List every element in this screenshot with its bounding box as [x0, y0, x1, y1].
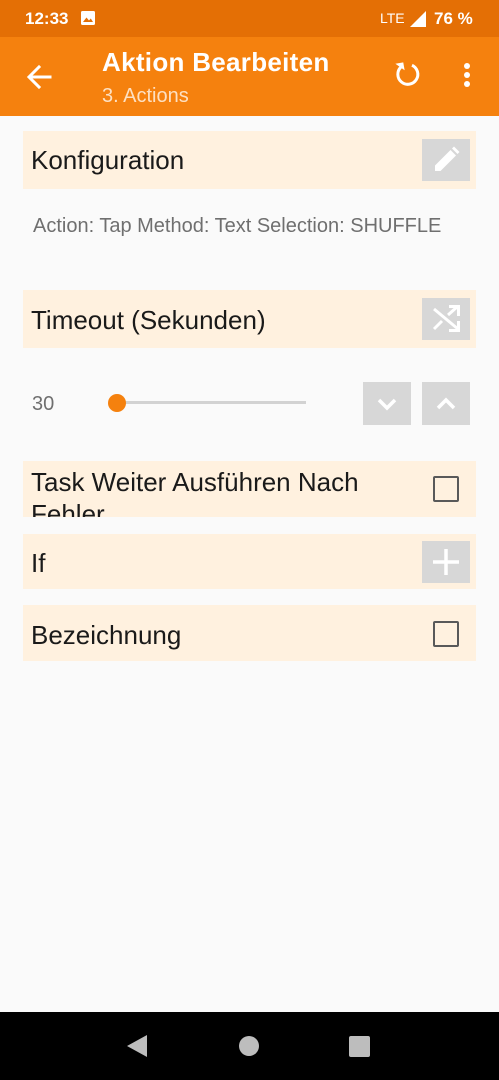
continue-after-error-checkbox[interactable]: [433, 476, 459, 502]
bezeichnung-label: Bezeichnung: [31, 620, 182, 650]
nav-back-icon[interactable]: [126, 1034, 148, 1058]
pencil-icon: [435, 146, 460, 171]
plus-icon: [433, 549, 459, 575]
more-options-icon[interactable]: [452, 57, 482, 93]
nav-recents-icon[interactable]: [349, 1036, 370, 1057]
chevron-down-icon: [377, 398, 397, 410]
timeout-label: Timeout (Sekunden): [31, 305, 266, 335]
app-bar: Aktion Bearbeiten 3. Actions: [0, 37, 499, 116]
network-type: LTE: [380, 10, 405, 26]
back-arrow-icon[interactable]: [20, 57, 60, 97]
konfiguration-description: Action: Tap Method: Text Selection: SHUF…: [33, 215, 442, 237]
page-subtitle: 3. Actions: [102, 85, 189, 107]
timeout-row: Timeout (Sekunden): [23, 290, 476, 348]
konfiguration-row: Konfiguration: [23, 131, 476, 189]
add-condition-button[interactable]: [422, 541, 470, 583]
konfiguration-label: Konfiguration: [31, 145, 185, 175]
continue-after-error-row[interactable]: Task Weiter Ausführen Nach Fehler: [23, 461, 476, 517]
if-label: If: [31, 548, 46, 578]
increase-button[interactable]: [422, 382, 470, 425]
timeout-slider[interactable]: [108, 393, 306, 412]
slider-thumb[interactable]: [108, 393, 126, 412]
timeout-value: 30: [32, 393, 55, 415]
navigation-bar: [0, 1012, 499, 1080]
nav-home-icon[interactable]: [239, 1036, 259, 1056]
signal-icon: [410, 11, 426, 27]
if-row: If: [23, 534, 476, 589]
image-notification-icon: [81, 11, 95, 25]
status-time: 12:33: [25, 9, 69, 28]
status-bar: 12:33 LTE 76 %: [0, 0, 499, 37]
bezeichnung-row[interactable]: Bezeichnung: [23, 605, 476, 661]
page-title: Aktion Bearbeiten: [102, 47, 330, 77]
battery-level: 76 %: [434, 9, 473, 28]
shuffle-icon: [432, 305, 460, 332]
bezeichnung-checkbox[interactable]: [433, 621, 459, 647]
continue-after-error-label: Task Weiter Ausführen Nach Fehler: [31, 467, 359, 517]
edit-konfiguration-button[interactable]: [422, 139, 470, 181]
chevron-up-icon: [436, 397, 456, 409]
shuffle-button[interactable]: [422, 298, 470, 340]
undo-icon[interactable]: [390, 57, 426, 93]
decrease-button[interactable]: [363, 382, 411, 425]
